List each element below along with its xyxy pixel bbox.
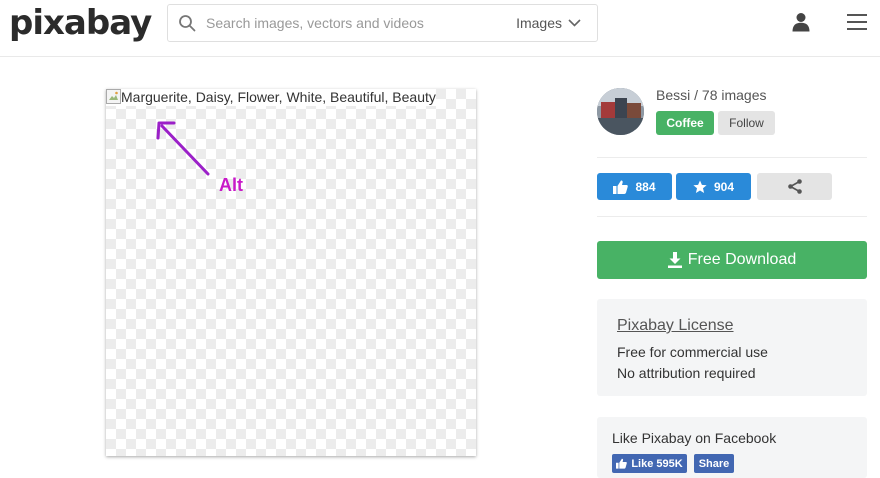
divider	[597, 157, 867, 158]
user-icon[interactable]	[792, 12, 810, 32]
alt-text-content: Marguerite, Daisy, Flower, White, Beauti…	[121, 89, 436, 105]
facebook-share-button[interactable]: Share	[694, 454, 734, 473]
annotation-arrow	[156, 121, 210, 176]
pixabay-logo[interactable]: pixabay	[9, 3, 152, 43]
annotation-label: Alt	[219, 175, 243, 195]
search-bar: Images	[167, 4, 598, 42]
broken-image-icon	[106, 89, 121, 104]
favorite-button[interactable]: 904	[676, 173, 751, 200]
author-info[interactable]: Bessi / 78 images	[656, 87, 767, 103]
like-count: 884	[635, 179, 656, 194]
chevron-down-icon	[568, 19, 581, 27]
facebook-like-button[interactable]: Like 595K	[612, 454, 687, 473]
download-icon	[667, 252, 682, 268]
avatar[interactable]	[597, 88, 644, 135]
facebook-box: Like Pixabay on Facebook Like 595K Share	[597, 417, 867, 478]
follow-button[interactable]: Follow	[718, 111, 775, 135]
image-alt-text: Marguerite, Daisy, Flower, White, Beauti…	[106, 89, 436, 106]
star-icon	[693, 180, 707, 193]
coffee-button[interactable]: Coffee	[656, 111, 714, 135]
license-box: Pixabay License Free for commercial use …	[597, 299, 867, 396]
facebook-like-label: Like 595K	[631, 457, 683, 470]
divider	[597, 216, 867, 217]
license-link[interactable]: Pixabay License	[617, 317, 734, 335]
download-label: Free Download	[687, 251, 797, 268]
free-download-button[interactable]: Free Download	[597, 241, 867, 279]
facebook-thumbs-up-icon	[616, 458, 628, 469]
share-button[interactable]	[757, 173, 832, 200]
avatar-image	[597, 88, 644, 135]
favorite-count: 904	[713, 179, 735, 194]
search-type-dropdown[interactable]: Images	[516, 15, 581, 31]
header: pixabay Images	[0, 0, 880, 57]
search-type-label: Images	[516, 15, 562, 31]
search-icon[interactable]	[178, 14, 196, 32]
menu-icon[interactable]	[847, 13, 867, 31]
license-line-attribution: No attribution required	[617, 365, 756, 381]
search-input[interactable]	[206, 5, 496, 41]
like-button[interactable]: 884	[597, 173, 672, 200]
share-icon	[787, 179, 802, 194]
facebook-text: Like Pixabay on Facebook	[612, 430, 777, 446]
license-line-commercial: Free for commercial use	[617, 344, 768, 360]
thumbs-up-icon	[613, 180, 629, 194]
